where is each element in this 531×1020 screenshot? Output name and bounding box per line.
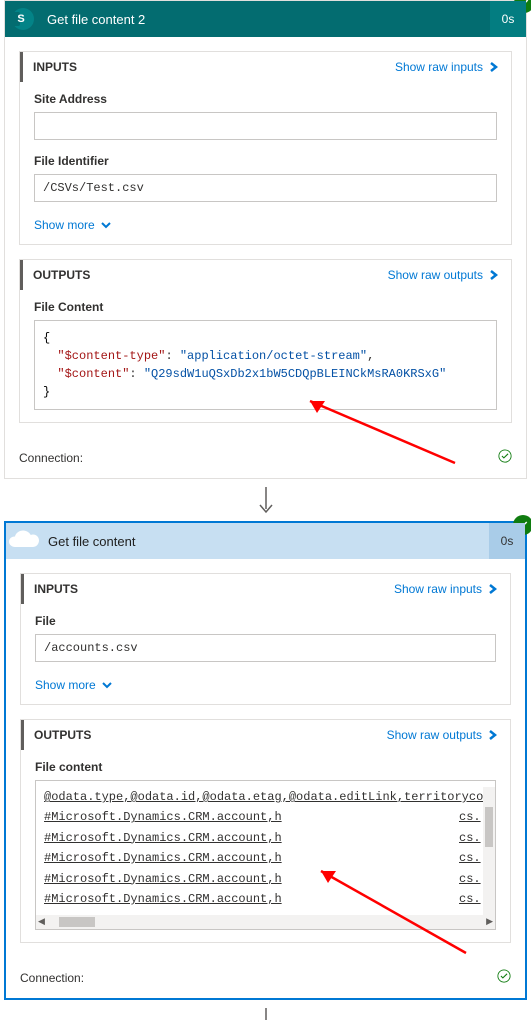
card-header[interactable]: S Get file content 2 0s — [5, 1, 526, 37]
chevron-right-icon — [488, 730, 498, 740]
connection-row: Connection: — [6, 957, 525, 998]
card-title: Get file content 2 — [41, 12, 490, 27]
duration-badge: 0s — [489, 523, 525, 559]
connection-ok-icon — [497, 969, 511, 986]
file-label: File — [35, 614, 496, 628]
csv-header-row: @odata.type,@odata.id,@odata.etag,@odata… — [44, 787, 487, 807]
file-content-text[interactable]: @odata.type,@odata.id,@odata.etag,@odata… — [35, 780, 496, 930]
site-address-label: Site Address — [34, 92, 497, 106]
file-content-label: File content — [35, 760, 496, 774]
show-raw-inputs-link[interactable]: Show raw inputs — [394, 582, 498, 596]
csv-data-row: #Microsoft.Dynamics.CRM.account,hcs. — [44, 807, 487, 827]
connection-label: Connection: — [20, 971, 84, 985]
file-identifier-value[interactable]: /CSVs/Test.csv — [34, 174, 497, 202]
connection-row: Connection: — [5, 437, 526, 478]
show-more-link[interactable]: Show more — [21, 666, 510, 704]
file-content-json[interactable]: { "$content-type": "application/octet-st… — [34, 320, 497, 410]
vertical-scrollbar[interactable] — [483, 787, 495, 915]
csv-data-row: #Microsoft.Dynamics.CRM.account,hcs. — [44, 869, 487, 889]
file-identifier-label: File Identifier — [34, 154, 497, 168]
chevron-right-icon — [489, 270, 499, 280]
connection-ok-icon — [498, 449, 512, 466]
inputs-section: INPUTS Show raw inputs Site Address File… — [19, 51, 512, 245]
card-header[interactable]: Get file content 0s — [6, 523, 525, 559]
action-card-get-file-content: Get file content 0s INPUTS Show raw inpu… — [4, 521, 527, 1000]
horizontal-scrollbar[interactable]: ◀ ▶ — [36, 915, 495, 929]
sharepoint-icon: S — [5, 1, 41, 37]
file-value[interactable]: /accounts.csv — [35, 634, 496, 662]
show-raw-outputs-link[interactable]: Show raw outputs — [388, 268, 499, 282]
chevron-down-icon — [101, 220, 111, 230]
connection-label: Connection: — [19, 451, 83, 465]
show-raw-outputs-link[interactable]: Show raw outputs — [387, 728, 498, 742]
chevron-down-icon — [102, 680, 112, 690]
show-more-link[interactable]: Show more — [20, 206, 511, 244]
inputs-section: INPUTS Show raw inputs File /accounts.cs… — [20, 573, 511, 705]
chevron-right-icon — [489, 62, 499, 72]
inputs-header: INPUTS — [23, 60, 395, 74]
csv-data-row: #Microsoft.Dynamics.CRM.account,hcs. — [44, 848, 487, 868]
flow-arrow-down — [0, 1002, 531, 1020]
onedrive-icon — [6, 523, 42, 559]
show-raw-inputs-link[interactable]: Show raw inputs — [395, 60, 499, 74]
site-address-value[interactable] — [34, 112, 497, 140]
outputs-section: OUTPUTS Show raw outputs File Content { … — [19, 259, 512, 423]
outputs-header: OUTPUTS — [24, 728, 387, 742]
file-content-label: File Content — [34, 300, 497, 314]
csv-data-row: #Microsoft.Dynamics.CRM.account,hcs. — [44, 889, 487, 909]
card-title: Get file content — [42, 534, 489, 549]
outputs-section: OUTPUTS Show raw outputs File content @o… — [20, 719, 511, 943]
chevron-right-icon — [488, 584, 498, 594]
outputs-header: OUTPUTS — [23, 268, 388, 282]
duration-badge: 0s — [490, 1, 526, 37]
csv-data-row: #Microsoft.Dynamics.CRM.account,hcs. — [44, 828, 487, 848]
inputs-header: INPUTS — [24, 582, 394, 596]
flow-arrow-down — [0, 481, 531, 521]
action-card-get-file-content-2: S Get file content 2 0s INPUTS Show raw … — [4, 0, 527, 479]
